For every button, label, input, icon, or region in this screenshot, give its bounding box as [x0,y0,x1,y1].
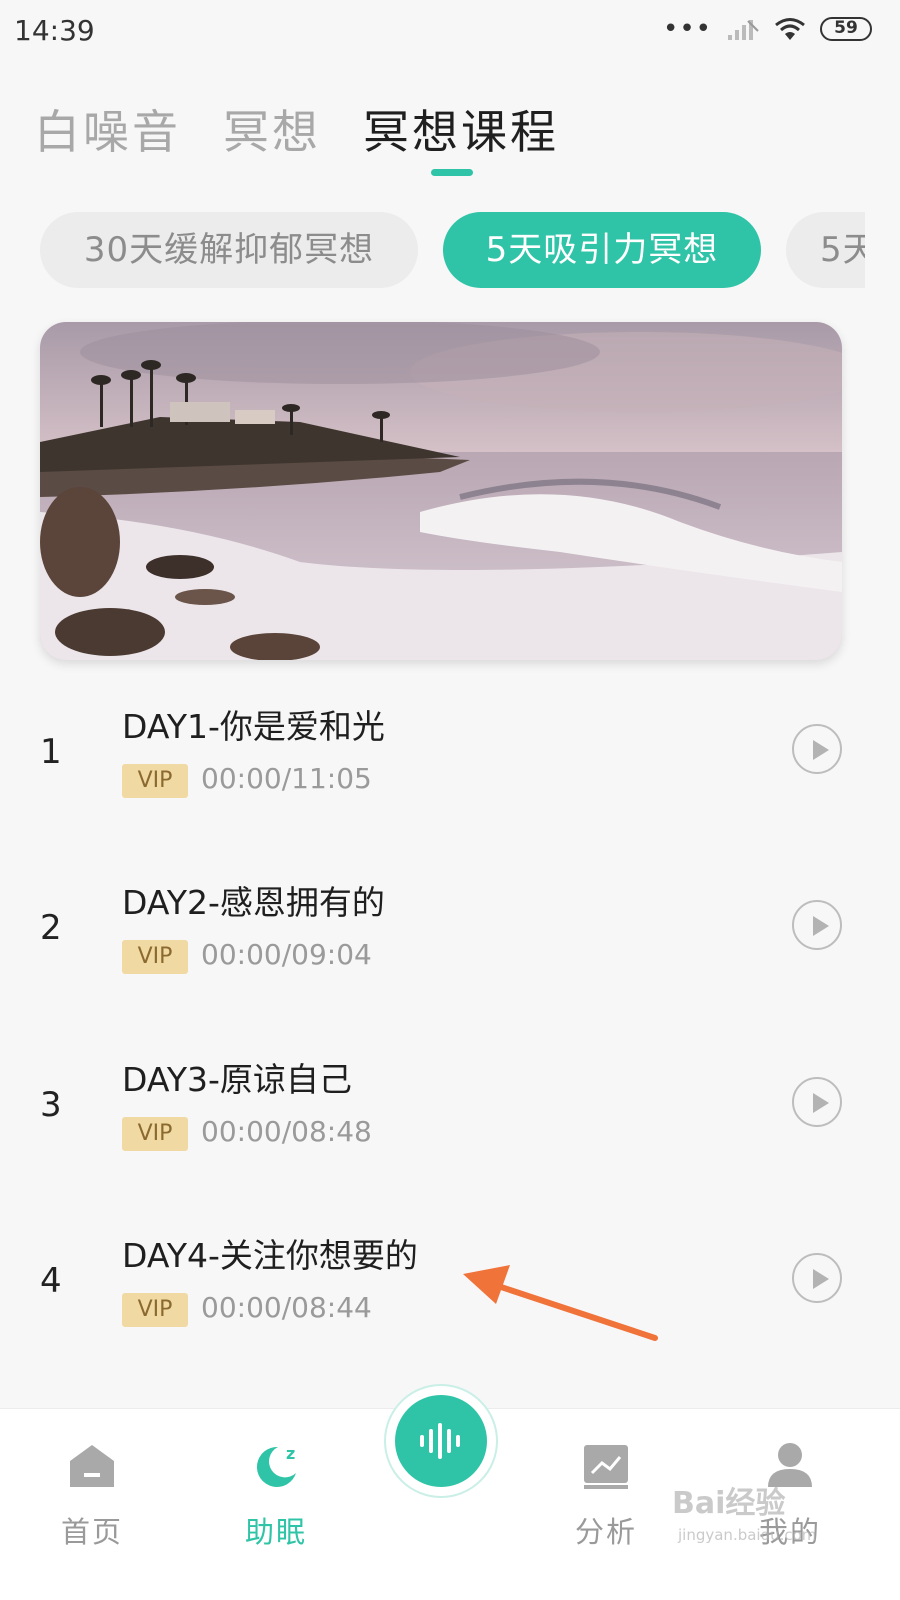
play-icon [813,916,829,936]
pill-5-day-attraction[interactable]: 5天吸引力冥想 [443,212,761,288]
center-play-button[interactable] [384,1384,498,1498]
nav-home-label: 首页 [60,1515,123,1549]
track-title: DAY2-感恩拥有的 [122,883,385,922]
pill-5-day-more[interactable]: 5天 [786,212,865,288]
track-row[interactable]: 2 DAY2-感恩拥有的 VIP 00:00/09:04 [0,876,900,996]
watermark: Bai经验 jingyan.baidu.com [672,1478,842,1548]
vip-badge: VIP [122,940,188,974]
nav-sleep[interactable]: z 助眠 [206,1409,346,1559]
status-dots: ••• [662,14,712,44]
play-icon [813,740,829,760]
play-icon [813,1093,829,1113]
tab-white-noise[interactable]: 白噪音 [34,96,181,162]
track-row[interactable]: 3 DAY3-原谅自己 VIP 00:00/08:48 [0,1053,900,1173]
play-icon [813,1269,829,1289]
vip-badge: VIP [122,1117,188,1151]
battery-icon: 59 [820,17,872,41]
nav-analysis[interactable]: 分析 [536,1409,676,1559]
status-time: 14:39 [14,14,95,47]
tab-meditation-course[interactable]: 冥想课程 [363,96,559,162]
track-row[interactable]: 1 DAY1-你是爱和光 VIP 00:00/11:05 [0,700,900,820]
seascape-image [40,322,842,660]
track-index: 4 [40,1261,62,1301]
center-play-inner [395,1395,487,1487]
vip-badge: VIP [122,1293,188,1327]
track-index: 2 [40,908,62,948]
vip-badge: VIP [122,764,188,798]
svg-text:z: z [286,1444,295,1463]
track-duration: 00:00/08:44 [201,1291,372,1324]
play-button[interactable] [792,1253,842,1303]
watermark-main: Bai经验 [672,1486,786,1521]
moon-sleep-icon: z [256,1444,296,1487]
chart-icon [584,1445,628,1489]
course-pill-bar: 30天缓解抑郁冥想 5天吸引力冥想 5天 [40,212,865,288]
wifi-icon [775,18,805,40]
nav-analysis-label: 分析 [574,1515,637,1549]
top-tab-bar: 白噪音 冥想 冥想课程 [34,96,559,162]
track-row[interactable]: 4 DAY4-关注你想要的 VIP 00:00/08:44 [0,1229,900,1349]
track-title: DAY1-你是爱和光 [122,707,385,746]
play-button[interactable] [792,1077,842,1127]
watermark-sub: jingyan.baidu.com [678,1526,817,1544]
signal-icon [728,20,759,40]
track-index: 3 [40,1085,62,1125]
status-icons: ••• 59 [663,16,872,42]
track-title: DAY4-关注你想要的 [122,1236,418,1275]
sound-wave-icon [420,1423,460,1459]
nav-sleep-label: 助眠 [244,1515,307,1549]
home-icon [70,1445,114,1487]
play-button[interactable] [792,724,842,774]
tab-meditation[interactable]: 冥想 [223,96,321,162]
pill-30-day-course[interactable]: 30天缓解抑郁冥想 [40,212,418,288]
status-bar: 14:39 ••• 59 [0,0,900,62]
course-banner[interactable] [40,322,842,660]
active-tab-indicator [431,169,473,176]
track-title: DAY3-原谅自己 [122,1060,352,1099]
track-duration: 00:00/09:04 [201,938,372,971]
track-duration: 00:00/11:05 [201,762,372,795]
nav-home[interactable]: 首页 [22,1409,162,1559]
track-index: 1 [40,732,62,772]
track-duration: 00:00/08:48 [201,1115,372,1148]
play-button[interactable] [792,900,842,950]
